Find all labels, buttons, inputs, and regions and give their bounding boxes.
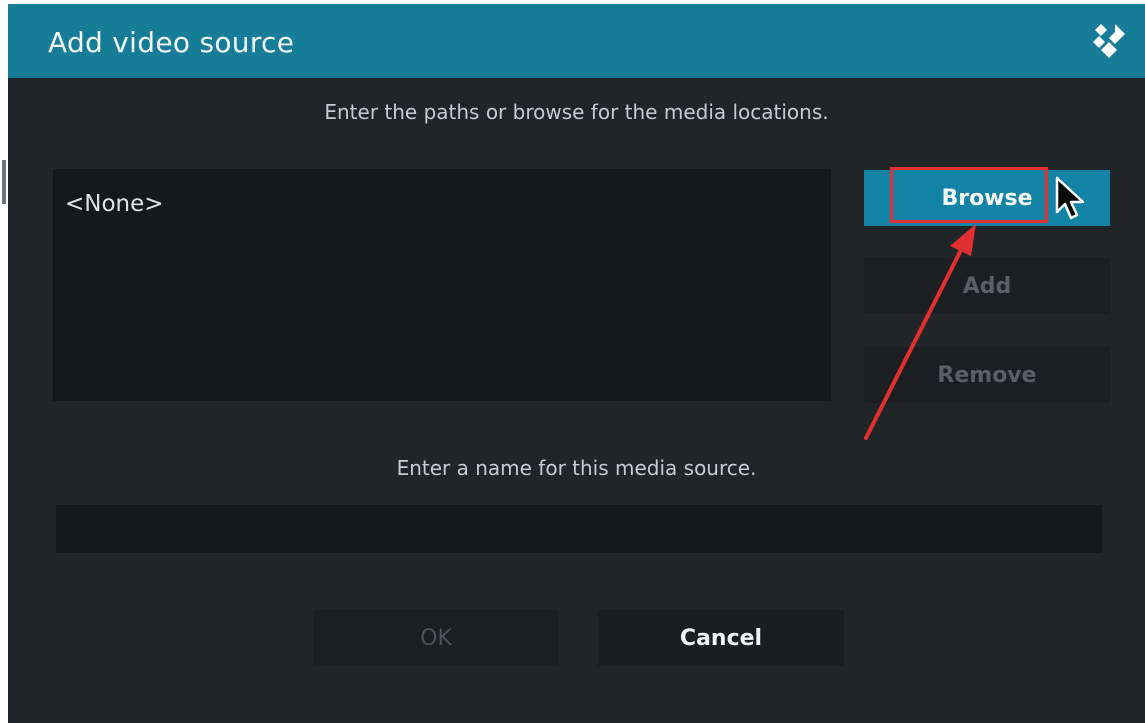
- ok-button[interactable]: OK: [313, 610, 559, 666]
- path-list[interactable]: <None>: [53, 169, 831, 401]
- source-name-field[interactable]: [56, 505, 1102, 553]
- background-edge: [2, 160, 6, 204]
- dialog-title: Add video source: [48, 26, 295, 59]
- remove-button[interactable]: Remove: [864, 347, 1110, 403]
- mouse-cursor-icon: [1055, 176, 1085, 220]
- annotation-highlight-box: [890, 167, 1048, 223]
- name-instruction: Enter a name for this media source.: [396, 456, 757, 480]
- add-video-source-dialog: Add video source Enter the paths or brow…: [8, 4, 1145, 723]
- dialog-titlebar: Add video source: [8, 4, 1145, 78]
- paths-instruction: Enter the paths or browse for the media …: [324, 100, 829, 124]
- kodi-logo-icon: [1093, 24, 1125, 58]
- path-list-item[interactable]: <None>: [65, 191, 164, 217]
- add-button[interactable]: Add: [864, 258, 1110, 314]
- cancel-button[interactable]: Cancel: [598, 610, 844, 666]
